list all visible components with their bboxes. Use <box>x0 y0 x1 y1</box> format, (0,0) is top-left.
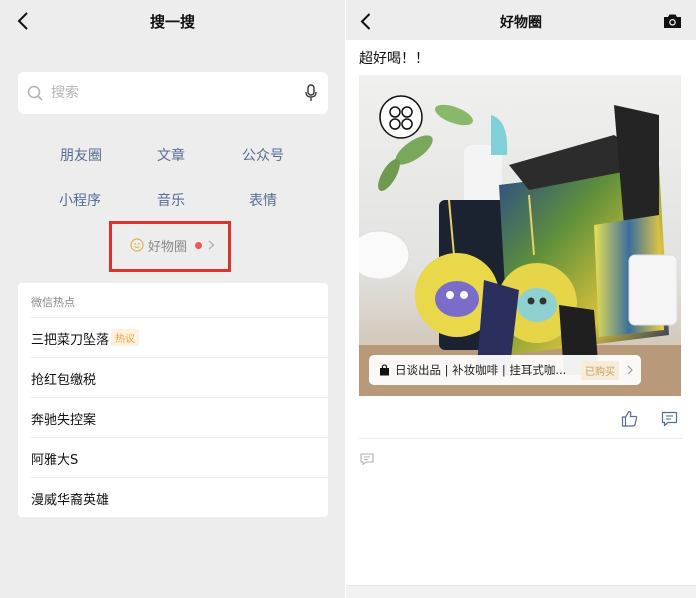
back-arrow-icon <box>360 12 370 30</box>
page-title: 好物圈 <box>500 15 542 31</box>
hot-topic-item[interactable]: 抢红包缴税 <box>18 357 328 397</box>
hot-topic-text: 阿雅大S <box>31 453 79 468</box>
post-text: 超好喝！！ <box>359 51 429 67</box>
category-music[interactable]: 音乐 <box>157 190 185 210</box>
row-divider <box>31 397 328 398</box>
comment-icon <box>360 453 374 466</box>
category-official-accounts[interactable]: 公众号 <box>242 145 284 165</box>
bought-badge: 已购买 <box>581 360 619 380</box>
row-divider <box>31 477 328 478</box>
hot-topic-text: 抢红包缴税 <box>31 373 97 388</box>
row-divider <box>31 317 328 318</box>
hot-topic-item[interactable]: 三把菜刀坠落 热议 <box>18 317 328 357</box>
hot-topic-item[interactable]: 阿雅大S <box>18 437 328 477</box>
back-button[interactable] <box>355 10 375 32</box>
camera-icon[interactable] <box>663 13 682 29</box>
hot-topics-header: 微信热点 <box>31 296 75 309</box>
hot-topic-item[interactable]: 漫威华裔英雄 <box>18 477 328 517</box>
microphone-icon[interactable] <box>304 84 318 102</box>
shopping-bag-icon <box>380 364 389 376</box>
hot-badge: 热议 <box>111 329 139 346</box>
haowu-label: 好物圈 <box>148 239 188 255</box>
search-bar[interactable] <box>18 72 328 114</box>
category-mini-programs[interactable]: 小程序 <box>59 190 101 210</box>
thumbs-up-icon[interactable] <box>621 410 638 427</box>
category-moments[interactable]: 朋友圈 <box>60 145 102 165</box>
bottom-bar <box>346 585 696 598</box>
unread-dot <box>195 241 203 249</box>
hot-topic-item[interactable]: 奔驰失控案 <box>18 397 328 437</box>
page-title: 搜一搜 <box>149 13 195 31</box>
post-divider <box>359 438 683 439</box>
back-button[interactable] <box>12 9 34 33</box>
product-link-bar[interactable]: 日谈出品 | 补妆咖啡 | 挂耳式咖... 已购买 <box>369 355 641 385</box>
hot-topic-text: 奔驰失控案 <box>31 413 97 428</box>
top-nav-bar: 好物圈 <box>346 0 696 40</box>
product-photo[interactable] <box>359 75 681 396</box>
back-arrow-icon <box>17 12 28 30</box>
search-icon <box>27 85 43 101</box>
comment-icon[interactable] <box>661 411 678 427</box>
chevron-right-icon <box>627 365 633 375</box>
category-articles[interactable]: 文章 <box>157 145 185 165</box>
haowu-icon <box>130 238 144 252</box>
row-divider <box>31 437 328 438</box>
search-input[interactable] <box>51 85 281 101</box>
search-page: 搜一搜 朋友圈 文章 公众号 小程序 音乐 表情 好物圈 微信热点 三把菜刀坠落… <box>0 0 345 598</box>
haowu-post-page: 好物圈 超好喝！！ 日谈出品 | 补妆咖啡 | 挂耳式咖... 已购买 <box>346 0 696 598</box>
product-photo-image <box>359 75 681 396</box>
chevron-right-icon <box>208 240 215 250</box>
hot-topic-text: 三把菜刀坠落 <box>31 333 110 348</box>
top-nav-bar: 搜一搜 <box>0 0 345 44</box>
product-name: 日谈出品 | 补妆咖啡 | 挂耳式咖... <box>395 363 567 377</box>
category-stickers[interactable]: 表情 <box>249 190 277 210</box>
hot-topic-text: 漫威华裔英雄 <box>31 493 110 508</box>
row-divider <box>31 357 328 358</box>
haowu-entry[interactable]: 好物圈 <box>130 235 215 255</box>
hot-topics-card: 微信热点 三把菜刀坠落 热议 抢红包缴税 奔驰失控案 阿雅大S 漫威华裔英雄 <box>18 283 328 517</box>
